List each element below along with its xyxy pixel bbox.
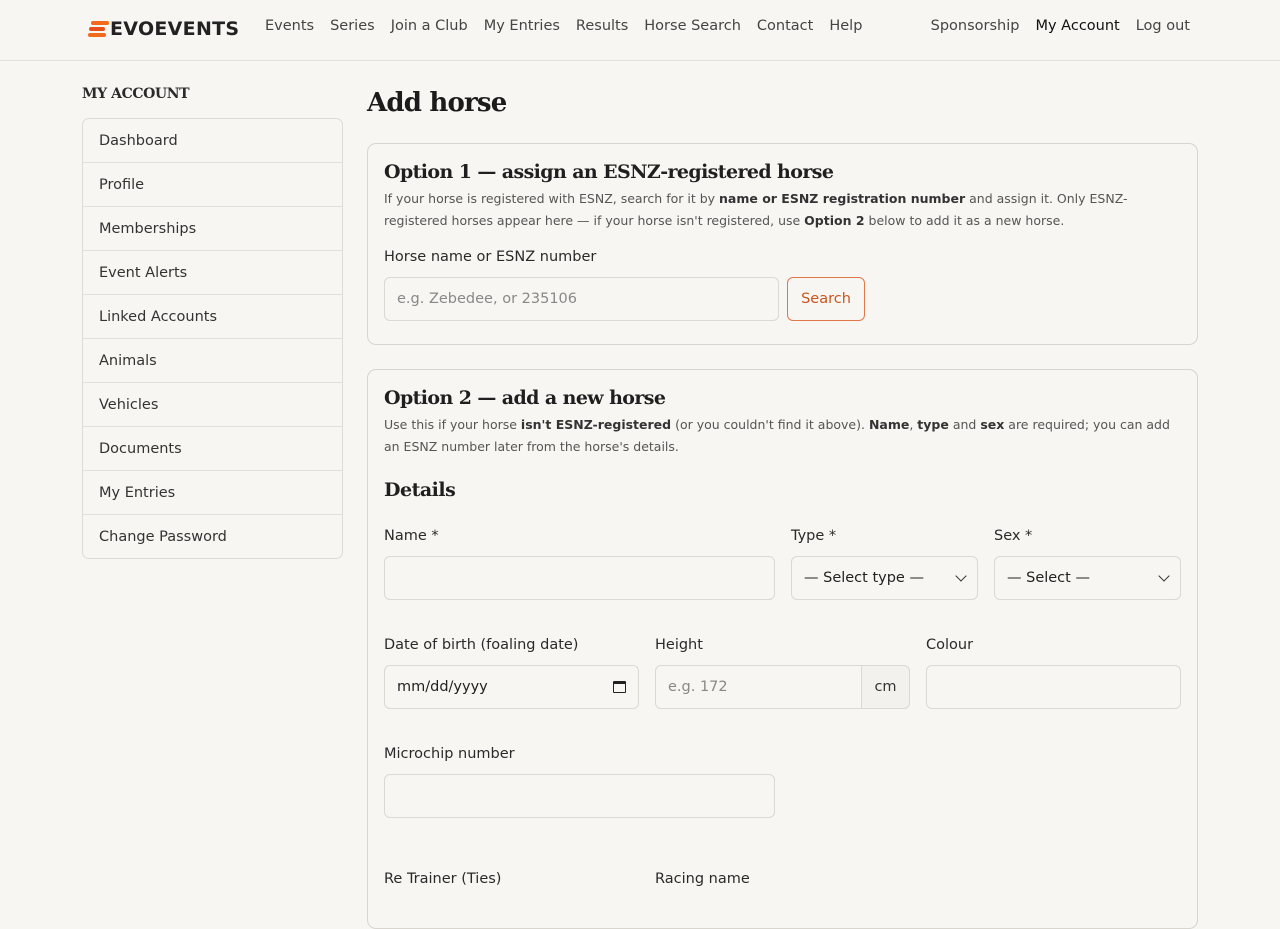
calendar-icon[interactable] xyxy=(613,681,626,693)
microchip-field: Microchip number xyxy=(384,746,775,818)
colour-field: Colour xyxy=(926,637,1181,709)
sidebar-item-change-password[interactable]: Change Password xyxy=(83,514,342,558)
details-row-4: Re Trainer (Ties) Racing name xyxy=(384,871,910,887)
sidebar-item-my-entries[interactable]: My Entries xyxy=(83,470,342,514)
height-input-group: e.g. 172 cm xyxy=(655,665,910,709)
nav-horse-search[interactable]: Horse Search xyxy=(644,18,741,34)
nav-my-entries[interactable]: My Entries xyxy=(484,18,560,34)
logo-text: EVOEVENTS xyxy=(110,18,240,40)
colour-input[interactable] xyxy=(926,665,1181,709)
nav-series[interactable]: Series xyxy=(330,18,375,34)
page-title: Add horse xyxy=(367,88,507,118)
sidebar-item-documents[interactable]: Documents xyxy=(83,426,342,470)
sidebar-item-profile[interactable]: Profile xyxy=(83,162,342,206)
retrainer-field: Re Trainer (Ties) xyxy=(384,871,639,887)
details-row-1: Name * Type * — Select type — Sex * — Se… xyxy=(384,528,1181,600)
sidebar-item-vehicles[interactable]: Vehicles xyxy=(83,382,342,426)
sex-label: Sex * xyxy=(994,528,1033,544)
height-label: Height xyxy=(655,637,703,653)
search-label: Horse name or ESNZ number xyxy=(384,249,597,265)
microchip-label: Microchip number xyxy=(384,746,515,762)
microchip-input[interactable] xyxy=(384,774,775,818)
sidebar-item-event-alerts[interactable]: Event Alerts xyxy=(83,250,342,294)
nav-events[interactable]: Events xyxy=(265,18,314,34)
sidebar-item-linked-accounts[interactable]: Linked Accounts xyxy=(83,294,342,338)
retrainer-label: Re Trainer (Ties) xyxy=(384,871,502,887)
sidebar-title: MY ACCOUNT xyxy=(82,86,190,102)
sex-select[interactable]: — Select — xyxy=(994,556,1181,600)
dob-field: Date of birth (foaling date) mm/dd/yyyy xyxy=(384,637,639,709)
name-label: Name * xyxy=(384,528,439,544)
option1-title: Option 1 — assign an ESNZ-registered hor… xyxy=(384,161,834,183)
option2-title: Option 2 — add a new horse xyxy=(384,387,666,409)
type-field: Type * — Select type — xyxy=(791,528,978,600)
option2-card: Option 2 — add a new horse Use this if y… xyxy=(367,369,1198,929)
dob-value: mm/dd/yyyy xyxy=(397,679,488,695)
racing-name-label: Racing name xyxy=(655,871,750,887)
details-row-3: Microchip number xyxy=(384,746,775,818)
site-header: EVOEVENTS Events Series Join a Club My E… xyxy=(0,0,1280,61)
option1-description: If your horse is registered with ESNZ, s… xyxy=(384,191,1128,228)
option2-description: Use this if your horse isn't ESNZ-regist… xyxy=(384,417,1170,454)
logo-mark-icon xyxy=(88,20,109,38)
nav-sponsorship[interactable]: Sponsorship xyxy=(931,18,1020,34)
sidebar-menu: Dashboard Profile Memberships Event Aler… xyxy=(82,118,343,559)
racing-name-field: Racing name xyxy=(655,871,910,887)
sidebar-item-memberships[interactable]: Memberships xyxy=(83,206,342,250)
search-row: e.g. Zebedee, or 235106 Search xyxy=(384,277,1181,321)
account-nav: Sponsorship My Account Log out xyxy=(931,18,1190,34)
height-unit: cm xyxy=(862,665,910,709)
main-content: Add horse Option 1 — assign an ESNZ-regi… xyxy=(367,86,1198,929)
type-select-value: — Select type — xyxy=(804,570,924,586)
colour-label: Colour xyxy=(926,637,974,653)
height-input[interactable]: e.g. 172 xyxy=(655,665,862,709)
nav-my-account[interactable]: My Account xyxy=(1035,18,1119,34)
nav-results[interactable]: Results xyxy=(576,18,628,34)
type-select[interactable]: — Select type — xyxy=(791,556,978,600)
details-heading: Details xyxy=(384,479,456,501)
horse-search-input[interactable]: e.g. Zebedee, or 235106 xyxy=(384,277,779,321)
sex-field: Sex * — Select — xyxy=(994,528,1181,600)
main-nav: Events Series Join a Club My Entries Res… xyxy=(265,18,862,34)
sidebar-item-animals[interactable]: Animals xyxy=(83,338,342,382)
name-field: Name * xyxy=(384,528,775,600)
name-input[interactable] xyxy=(384,556,775,600)
nav-help[interactable]: Help xyxy=(829,18,862,34)
dob-input[interactable]: mm/dd/yyyy xyxy=(384,665,639,709)
chevron-down-icon xyxy=(955,570,967,582)
nav-contact[interactable]: Contact xyxy=(757,18,813,34)
sex-select-value: — Select — xyxy=(1007,570,1090,586)
sidebar-item-dashboard[interactable]: Dashboard xyxy=(83,119,342,162)
chevron-down-icon xyxy=(1158,570,1170,582)
account-sidebar: MY ACCOUNT Dashboard Profile Memberships… xyxy=(82,86,343,559)
dob-label: Date of birth (foaling date) xyxy=(384,637,579,653)
search-button[interactable]: Search xyxy=(787,277,865,321)
option1-card: Option 1 — assign an ESNZ-registered hor… xyxy=(367,143,1198,345)
nav-log-out[interactable]: Log out xyxy=(1136,18,1190,34)
height-field: Height e.g. 172 cm xyxy=(655,637,910,709)
details-row-2: Date of birth (foaling date) mm/dd/yyyy … xyxy=(384,637,1181,709)
site-logo[interactable]: EVOEVENTS xyxy=(88,18,239,40)
type-label: Type * xyxy=(791,528,837,544)
nav-join-a-club[interactable]: Join a Club xyxy=(391,18,468,34)
